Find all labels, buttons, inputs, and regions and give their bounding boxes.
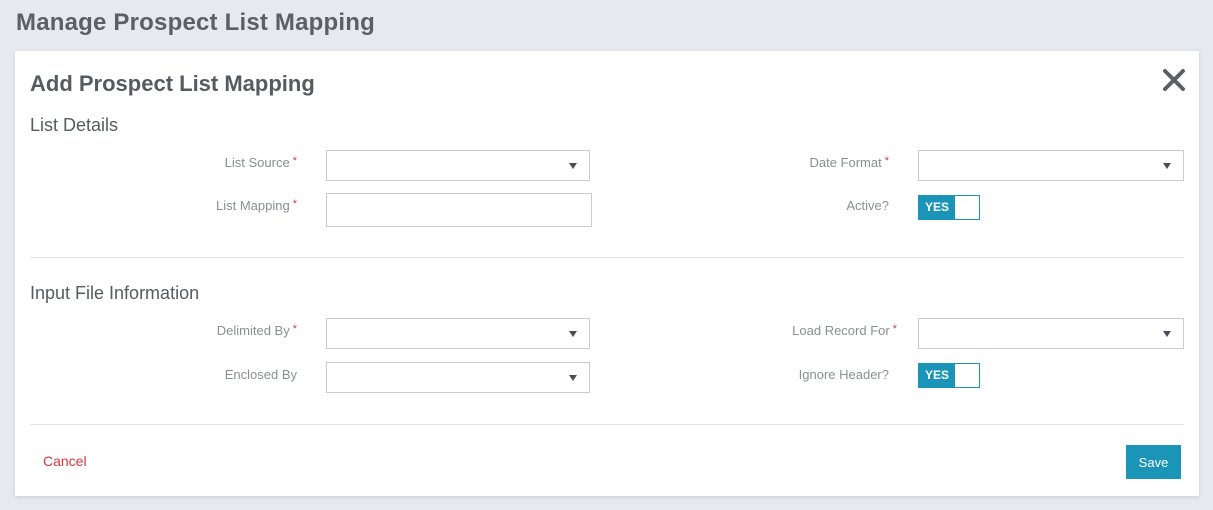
ignore-header-label: Ignore Header? (798, 367, 889, 382)
enclosed-by-label: Enclosed By (224, 367, 297, 382)
list-source-label: List Source * (224, 155, 297, 170)
toggle-on-label: YES (919, 196, 955, 219)
caret-down-icon (1163, 331, 1171, 337)
caret-down-icon (1163, 163, 1171, 169)
caret-down-icon (569, 375, 577, 381)
active-label: Active? (846, 198, 889, 213)
list-source-select[interactable] (326, 150, 590, 181)
add-mapping-modal: Add Prospect List Mapping List Details L… (15, 51, 1199, 496)
load-record-for-label: Load Record For * (792, 323, 897, 338)
date-format-label: Date Format * (809, 155, 889, 170)
required-marker: * (292, 323, 297, 335)
page-title: Manage Prospect List Mapping (16, 9, 375, 36)
required-marker: * (884, 155, 889, 167)
section-title-list-details: List Details (30, 115, 119, 135)
required-marker: * (892, 323, 897, 335)
caret-down-icon (569, 331, 577, 337)
ignore-header-toggle[interactable]: YES (918, 363, 980, 388)
divider (30, 424, 1184, 425)
enclosed-by-select[interactable] (326, 362, 590, 393)
divider (30, 257, 1184, 258)
required-marker: * (292, 198, 297, 210)
date-format-select[interactable] (918, 150, 1184, 181)
list-mapping-input[interactable] (326, 193, 592, 227)
toggle-on-label: YES (919, 364, 955, 387)
load-record-for-select[interactable] (918, 318, 1184, 349)
caret-down-icon (569, 163, 577, 169)
delimited-by-label: Delimited By * (216, 323, 297, 338)
active-toggle[interactable]: YES (918, 195, 980, 220)
cancel-link[interactable]: Cancel (43, 453, 87, 469)
section-title-input-file-information: Input File Information (30, 283, 200, 303)
list-mapping-label: List Mapping * (216, 198, 297, 213)
required-marker: * (292, 155, 297, 167)
delimited-by-select[interactable] (326, 318, 590, 349)
close-button[interactable] (1161, 67, 1187, 93)
close-icon (1163, 69, 1185, 91)
modal-title: Add Prospect List Mapping (30, 71, 315, 96)
save-button[interactable]: Save (1126, 445, 1181, 479)
